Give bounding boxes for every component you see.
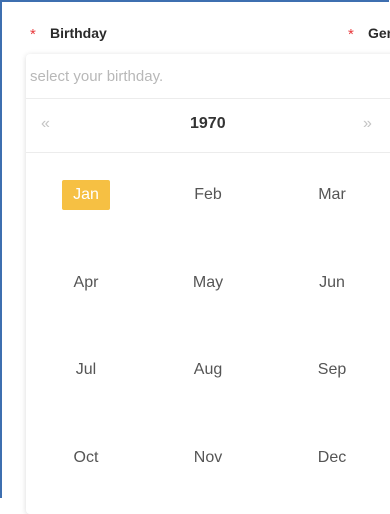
birthday-placeholder: select your birthday. xyxy=(30,68,164,85)
month-may[interactable]: May xyxy=(178,268,238,298)
month-sep[interactable]: Sep xyxy=(302,355,362,385)
next-year-button[interactable]: » xyxy=(363,115,372,133)
picker-header: « 1970 » xyxy=(26,99,390,153)
month-mar[interactable]: Mar xyxy=(302,180,362,210)
month-nov[interactable]: Nov xyxy=(178,443,238,473)
form-label-row: * Birthday * Gen xyxy=(2,24,390,44)
birthday-label: Birthday xyxy=(50,25,107,41)
year-label[interactable]: 1970 xyxy=(190,115,226,133)
birthday-input[interactable]: select your birthday. xyxy=(26,54,390,99)
month-jul[interactable]: Jul xyxy=(56,355,116,385)
required-mark: * xyxy=(30,26,36,43)
required-mark: * xyxy=(348,26,354,43)
month-jun[interactable]: Jun xyxy=(302,268,362,298)
month-feb[interactable]: Feb xyxy=(178,180,238,210)
month-picker-dropdown: select your birthday. « 1970 » Jan Feb M… xyxy=(26,54,390,514)
month-oct[interactable]: Oct xyxy=(56,443,116,473)
prev-year-button[interactable]: « xyxy=(41,115,50,133)
month-aug[interactable]: Aug xyxy=(178,355,238,385)
month-dec[interactable]: Dec xyxy=(302,443,362,473)
gender-label: Gen xyxy=(368,25,390,41)
month-jan[interactable]: Jan xyxy=(62,180,110,210)
month-apr[interactable]: Apr xyxy=(56,268,116,298)
